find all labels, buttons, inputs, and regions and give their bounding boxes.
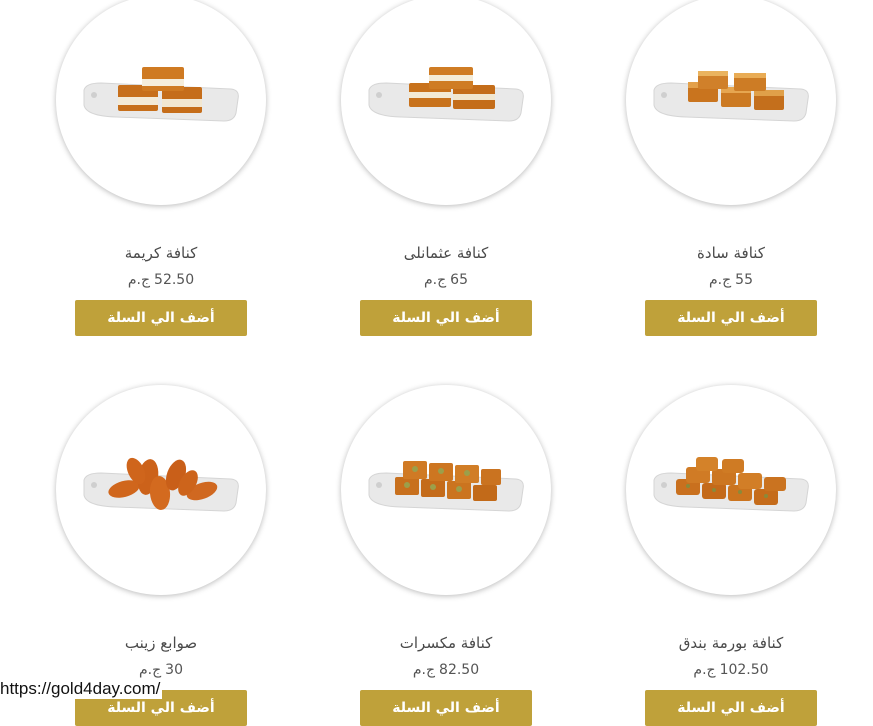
kunafa-plain-image (653, 71, 809, 122)
price-value: 55 (735, 272, 753, 288)
currency: ج.م (412, 662, 436, 678)
currency: ج.م (139, 662, 162, 678)
add-to-cart-button[interactable]: أضف الي السلة (75, 300, 247, 336)
kunafa-borma-image (653, 457, 809, 512)
price-value: 30 (165, 662, 183, 678)
product-price: 65ج.م (331, 272, 561, 288)
price-value: 102.50 (719, 662, 769, 678)
product-name: كنافة عثمانلى (403, 244, 489, 262)
product-price: 102.50ج.م (616, 662, 846, 678)
product-image[interactable] (56, 0, 266, 205)
product-price: 52.50ج.م (46, 272, 276, 288)
product-image[interactable] (626, 0, 836, 205)
product-name: كنافة كريمة (124, 244, 198, 262)
currency: ج.م (424, 272, 447, 288)
product-image[interactable] (341, 0, 551, 205)
product-name: كنافة مكسرات (399, 634, 493, 652)
watermark-url: https://gold4day.com/ (0, 679, 163, 699)
price-value: 65 (450, 272, 468, 288)
product-price: 55ج.م (616, 272, 846, 288)
product-image[interactable] (341, 385, 551, 595)
zainab-fingers-image (83, 457, 239, 512)
product-price: 30ج.م (46, 662, 276, 678)
price-value: 82.50 (439, 662, 480, 678)
product-image[interactable] (626, 385, 836, 595)
currency: ج.م (127, 272, 151, 288)
product-price: 82.50ج.م (331, 662, 561, 678)
price-value: 52.50 (154, 272, 195, 288)
product-name: كنافة بورمة بندق (678, 634, 784, 652)
add-to-cart-button[interactable]: أضف الي السلة (360, 300, 532, 336)
product-name: كنافة سادة (697, 244, 765, 262)
kunafa-cream-image (83, 67, 239, 122)
currency: ج.م (693, 662, 716, 678)
kunafa-nuts-image (368, 461, 524, 512)
product-grid: كنافة سادة 55ج.م أضف الي السلة كنافة عثم… (0, 0, 873, 726)
product-image[interactable] (56, 385, 266, 595)
add-to-cart-button[interactable]: أضف الي السلة (645, 300, 817, 336)
product-name: صوابع زينب (124, 634, 198, 652)
add-to-cart-button[interactable]: أضف الي السلة (645, 690, 817, 726)
currency: ج.م (709, 272, 732, 288)
kunafa-othmanli-image (368, 67, 524, 122)
add-to-cart-button[interactable]: أضف الي السلة (360, 690, 532, 726)
